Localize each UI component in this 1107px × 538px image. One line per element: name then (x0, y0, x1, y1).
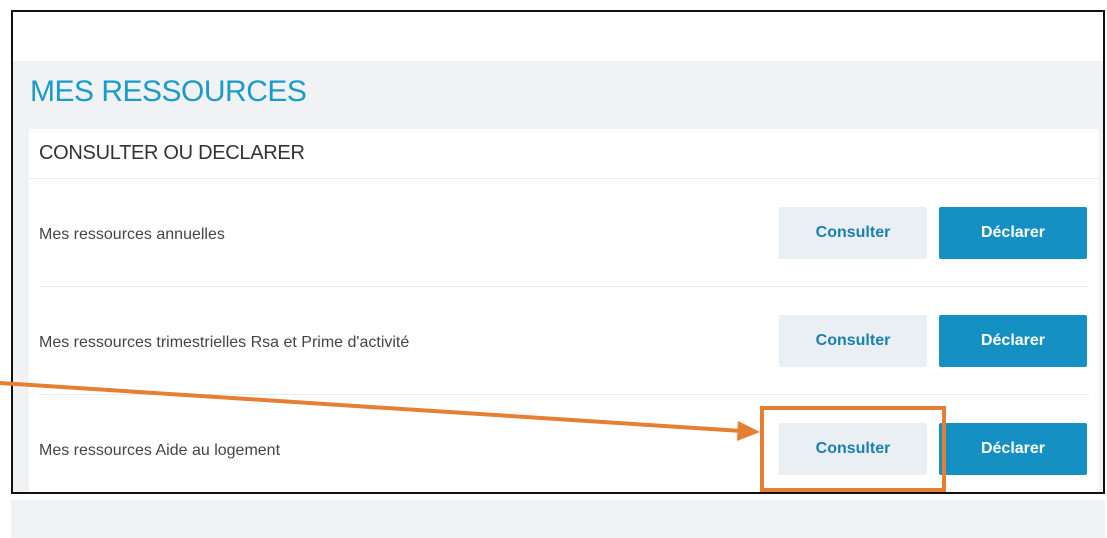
row-label: Mes ressources Aide au logement (39, 442, 281, 459)
list-item: Mes ressources Aide au logement Consulte… (39, 395, 1089, 492)
row-label: Mes ressources trimestrielles Rsa et Pri… (39, 334, 410, 351)
declare-button-quarterly[interactable]: Déclarer (939, 315, 1087, 367)
list-item: Mes ressources annuelles Consulter Décla… (39, 179, 1089, 287)
declare-button-housing[interactable]: Déclarer (939, 423, 1087, 475)
declare-button-annual[interactable]: Déclarer (939, 207, 1087, 259)
consult-declare-card: CONSULTER OU DECLARER Mes ressources ann… (29, 129, 1099, 492)
background-strip (11, 500, 1105, 538)
list-item: Mes ressources trimestrielles Rsa et Pri… (39, 287, 1089, 395)
resources-panel: MES RESSOURCES CONSULTER OU DECLARER Mes… (13, 61, 1103, 492)
card-title: CONSULTER OU DECLARER (29, 129, 1099, 179)
page-title: MES RESSOURCES (30, 75, 307, 108)
consult-button-quarterly[interactable]: Consulter (779, 315, 927, 367)
screenshot-frame: MES RESSOURCES CONSULTER OU DECLARER Mes… (11, 10, 1105, 494)
consult-button-housing[interactable]: Consulter (779, 423, 927, 475)
row-label: Mes ressources annuelles (39, 226, 225, 243)
consult-button-annual[interactable]: Consulter (779, 207, 927, 259)
